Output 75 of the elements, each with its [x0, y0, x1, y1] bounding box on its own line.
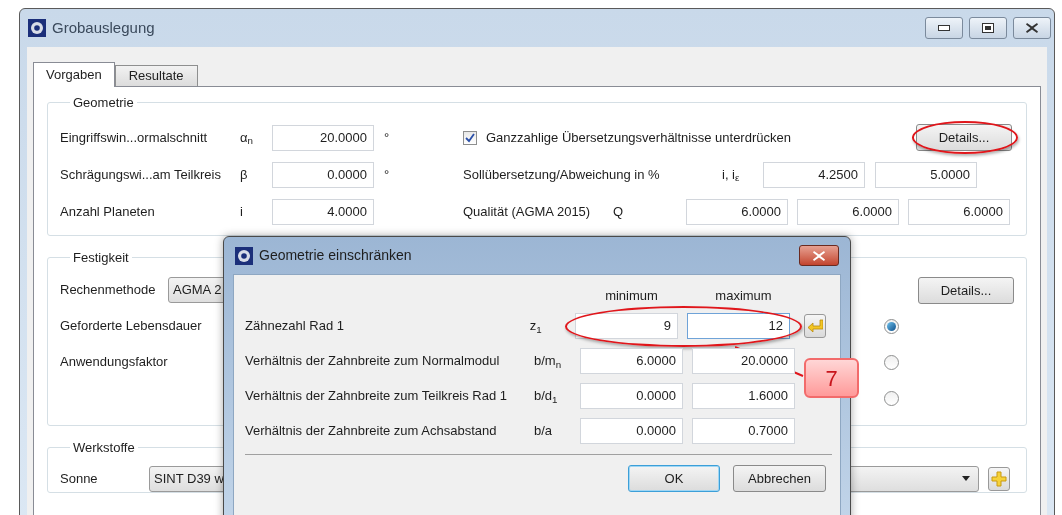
- number-field[interactable]: 4.2500: [763, 161, 865, 188]
- number-field[interactable]: 5.0000: [875, 161, 977, 188]
- minimize-icon: [938, 25, 950, 31]
- details-button[interactable]: Details...: [918, 277, 1014, 304]
- number-field[interactable]: 0.0000: [580, 383, 683, 409]
- field-label: Eingriffswin...ormalschnitt: [60, 128, 209, 147]
- apply-button[interactable]: [804, 314, 826, 338]
- dialog-button[interactable]: OK: [628, 465, 720, 492]
- field-label: Verhältnis der Zahnbreite zum Teilkreis Rad 1: [245, 387, 509, 406]
- caret-icon: [962, 476, 970, 481]
- unit-label: °: [384, 166, 390, 182]
- number-field[interactable]: 6.0000: [686, 198, 788, 225]
- group-title: Geometrie: [72, 94, 135, 112]
- field-label: Schrägungswi...am Teilkreis: [60, 165, 222, 184]
- symbol-label: z$_{1}$: [529, 317, 543, 336]
- group-title: Festigkeit: [72, 248, 130, 267]
- gear-icon: [28, 19, 46, 37]
- number-field[interactable]: 0.0000: [272, 161, 374, 188]
- number-field[interactable]: 6.0000: [797, 198, 899, 225]
- field-label: Sollübersetzung/Abweichung in %: [463, 165, 661, 184]
- close-icon: [813, 250, 825, 261]
- close-button[interactable]: [1013, 17, 1051, 39]
- field-label: Rechenmethode: [60, 281, 157, 300]
- number-field[interactable]: 4.0000: [272, 198, 374, 225]
- field-label: Sonne: [60, 469, 99, 488]
- number-field[interactable]: 12: [687, 313, 790, 339]
- dialog-title: Geometrie einschränken: [259, 246, 412, 265]
- number-field[interactable]: 6.0000: [908, 198, 1010, 225]
- checkbox[interactable]: [463, 130, 477, 145]
- field-label: Geforderte Lebensdauer: [60, 317, 202, 336]
- field-label: Anzahl Planeten: [60, 202, 156, 221]
- number-field[interactable]: 0.7000: [692, 418, 795, 444]
- tab[interactable]: Vorgaben: [33, 62, 115, 87]
- column-header: maximum: [714, 287, 773, 306]
- group-title: Werkstoffe: [72, 439, 136, 457]
- dialog-button[interactable]: Abbrechen: [733, 465, 826, 492]
- close-button[interactable]: [799, 245, 839, 266]
- field-label: Verhältnis der Zahnbreite zum Achsabstand: [245, 422, 498, 441]
- add-button[interactable]: [988, 466, 1010, 491]
- symbol-label: b/a: [534, 422, 554, 441]
- details-button[interactable]: Details...: [916, 124, 1012, 151]
- gear-icon: [235, 246, 253, 265]
- number-field[interactable]: 20.0000: [272, 124, 374, 151]
- symbol-label: b/d$_{1}$: [534, 387, 559, 406]
- column-header: minimum: [604, 287, 659, 306]
- check-icon: [465, 132, 475, 143]
- radio-button[interactable]: [884, 354, 899, 370]
- radio-button[interactable]: [884, 318, 899, 334]
- number-field[interactable]: 1.6000: [692, 383, 795, 409]
- close-icon: [1026, 23, 1038, 33]
- callout-badge: 7: [804, 358, 859, 398]
- field-label: Verhältnis der Zahnbreite zum Normalmodul: [245, 352, 501, 371]
- maximize-button[interactable]: [969, 17, 1007, 39]
- field-label: Zähnezahl Rad 1: [245, 317, 345, 336]
- number-field[interactable]: 0.0000: [580, 418, 683, 444]
- minimize-button[interactable]: [925, 17, 963, 39]
- number-field[interactable]: 20.0000: [692, 348, 795, 374]
- plus-icon: [991, 470, 1007, 487]
- window-title: Grobauslegung: [52, 17, 155, 38]
- symbol-label: i, i$_{ε}$: [722, 165, 741, 185]
- checkbox-label: Ganzzahlige Übersetzungsverhältnisse unterdrücken: [486, 128, 791, 147]
- field-label: Anwendungsfaktor: [60, 353, 168, 372]
- return-arrow-icon: [807, 319, 823, 333]
- number-field[interactable]: 6.0000: [580, 348, 683, 374]
- number-field[interactable]: 9: [575, 313, 678, 339]
- symbol-label: Q: [613, 202, 625, 221]
- field-label: Qualität (AGMA 2015): [463, 202, 592, 221]
- symbol-label: b/m$_{n}$: [534, 352, 563, 371]
- radio-button[interactable]: [884, 390, 899, 406]
- unit-label: °: [384, 129, 390, 145]
- symbol-label: i: [240, 202, 244, 221]
- tab[interactable]: Resultate: [114, 65, 198, 86]
- symbol-label: β: [240, 165, 249, 184]
- symbol-label: α$_{n}$: [240, 128, 254, 148]
- maximize-icon: [982, 23, 994, 33]
